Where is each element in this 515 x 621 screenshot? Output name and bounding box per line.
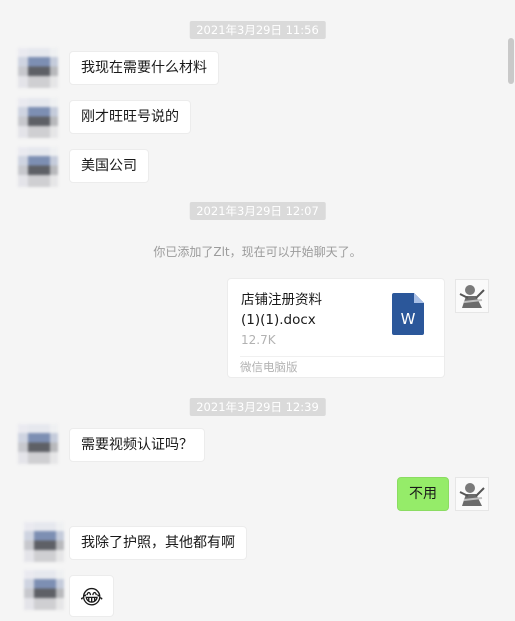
- contact-avatar[interactable]: [24, 570, 64, 610]
- word-icon-letter: W: [401, 310, 416, 328]
- time-divider: 2021年3月29日 12:39: [189, 398, 326, 416]
- contact-avatar[interactable]: [18, 147, 58, 187]
- file-card-divider: [240, 356, 444, 357]
- word-document-icon: W: [392, 293, 424, 335]
- message-bubble-emoji[interactable]: 😂: [69, 575, 115, 617]
- time-divider: 2021年3月29日 12:07: [189, 202, 326, 220]
- system-notice: 你已添加了Zlt，现在可以开始聊天了。: [153, 245, 362, 259]
- cartoon-figure-icon: [459, 285, 485, 308]
- cartoon-figure-icon: [459, 483, 485, 506]
- file-size: 12.7K: [241, 333, 276, 347]
- message-bubble-received[interactable]: 需要视频认证吗？: [69, 428, 205, 462]
- my-avatar[interactable]: [455, 279, 489, 313]
- time-divider: 2021年3月29日 11:56: [189, 21, 326, 39]
- scrollbar[interactable]: [508, 38, 514, 84]
- file-message-card[interactable]: 店铺注册资料 (1)(1).docx 12.7K W 微信电脑版: [227, 278, 445, 378]
- contact-avatar[interactable]: [18, 48, 58, 88]
- message-bubble-received[interactable]: 刚才旺旺号说的: [69, 100, 191, 134]
- contact-avatar[interactable]: [24, 522, 64, 562]
- message-bubble-received[interactable]: 我现在需要什么材料: [69, 51, 219, 85]
- file-source-label: 微信电脑版: [240, 360, 298, 374]
- contact-avatar[interactable]: [18, 424, 58, 464]
- message-bubble-received[interactable]: 美国公司: [69, 149, 149, 183]
- contact-avatar[interactable]: [18, 98, 58, 138]
- my-avatar[interactable]: [455, 477, 489, 511]
- message-bubble-received[interactable]: 我除了护照，其他都有啊: [69, 526, 247, 560]
- message-bubble-sent[interactable]: 不用: [397, 477, 449, 511]
- file-name: 店铺注册资料 (1)(1).docx: [241, 292, 322, 328]
